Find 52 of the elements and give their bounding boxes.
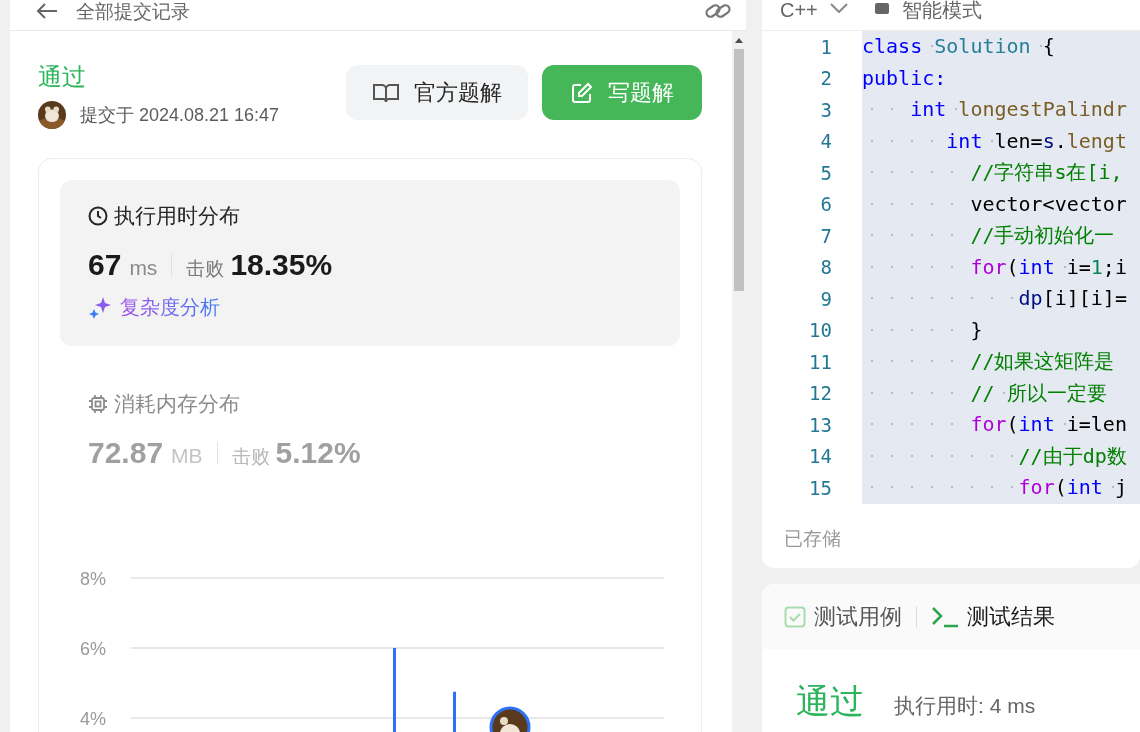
line-number: 8 — [819, 256, 832, 279]
axis-label: 6% — [80, 638, 106, 659]
page-title: 全部提交记录 — [76, 2, 191, 22]
terminal-icon — [931, 605, 959, 628]
clock-icon — [88, 206, 108, 226]
beats-value: 5.12% — [275, 435, 361, 470]
test-results-tab[interactable]: 测试结果 — [931, 601, 1055, 632]
line-number: 2 — [819, 67, 832, 90]
distribution-tab[interactable]: 消耗内存分布 72.87 MB 击败 5.12% — [60, 345, 680, 492]
submission-time: 提交于 2024.08.21 16:47 — [80, 104, 280, 127]
line-number: 13 — [808, 413, 832, 436]
runtime-text: 执行用时: 4 ms — [894, 693, 1036, 719]
test-cases-tab[interactable]: 测试用例 — [784, 601, 902, 632]
line-number: 12 — [808, 382, 832, 405]
line-number: 11 — [808, 350, 832, 373]
line-number: 1 — [819, 35, 832, 58]
status-label: 通过 — [38, 62, 87, 92]
stat-value: 72.87 — [88, 435, 164, 470]
line-number: 10 — [808, 319, 832, 342]
chip-icon — [88, 393, 108, 414]
chevron-down-icon[interactable] — [829, 3, 848, 13]
section-title: 执行用时分布 — [114, 203, 240, 229]
section-title: 消耗内存分布 — [114, 390, 240, 417]
line-number: 7 — [819, 224, 832, 247]
back-arrow-icon[interactable] — [36, 3, 58, 19]
line-number: 5 — [819, 161, 832, 184]
official-solution-button[interactable]: 官方题解 — [346, 65, 528, 120]
language-selector[interactable]: C++ — [780, 0, 818, 20]
axis-label: 4% — [80, 708, 106, 729]
avatar-marker — [489, 706, 531, 732]
edit-icon — [570, 80, 594, 105]
line-number: 3 — [819, 98, 832, 121]
checkbox-icon — [784, 605, 806, 628]
line-number: 4 — [819, 130, 832, 153]
distribution-panel[interactable]: 执行用时分布 67 ms 击败 18.35% 复杂度分析 — [60, 180, 680, 346]
beats-label: 击败 — [231, 444, 270, 469]
stat-unit: MB — [171, 443, 203, 468]
saved-status: 已存储 — [783, 527, 842, 551]
beats-label: 击败 — [186, 257, 225, 281]
line-number: 9 — [819, 287, 832, 310]
stat-value: 67 — [88, 248, 122, 282]
avatar — [38, 101, 66, 129]
mode-label[interactable]: 智能模式 — [901, 0, 982, 20]
sparkle-icon — [88, 295, 112, 320]
line-number: 6 — [819, 193, 832, 216]
beats-value: 18.35% — [230, 248, 333, 282]
result-status: 通过 — [796, 681, 864, 722]
line-number: 15 — [808, 476, 832, 499]
line-number: 14 — [808, 445, 832, 468]
axis-label: 8% — [80, 568, 106, 589]
chart-bar — [453, 691, 456, 732]
stat-unit: ms — [129, 256, 158, 280]
